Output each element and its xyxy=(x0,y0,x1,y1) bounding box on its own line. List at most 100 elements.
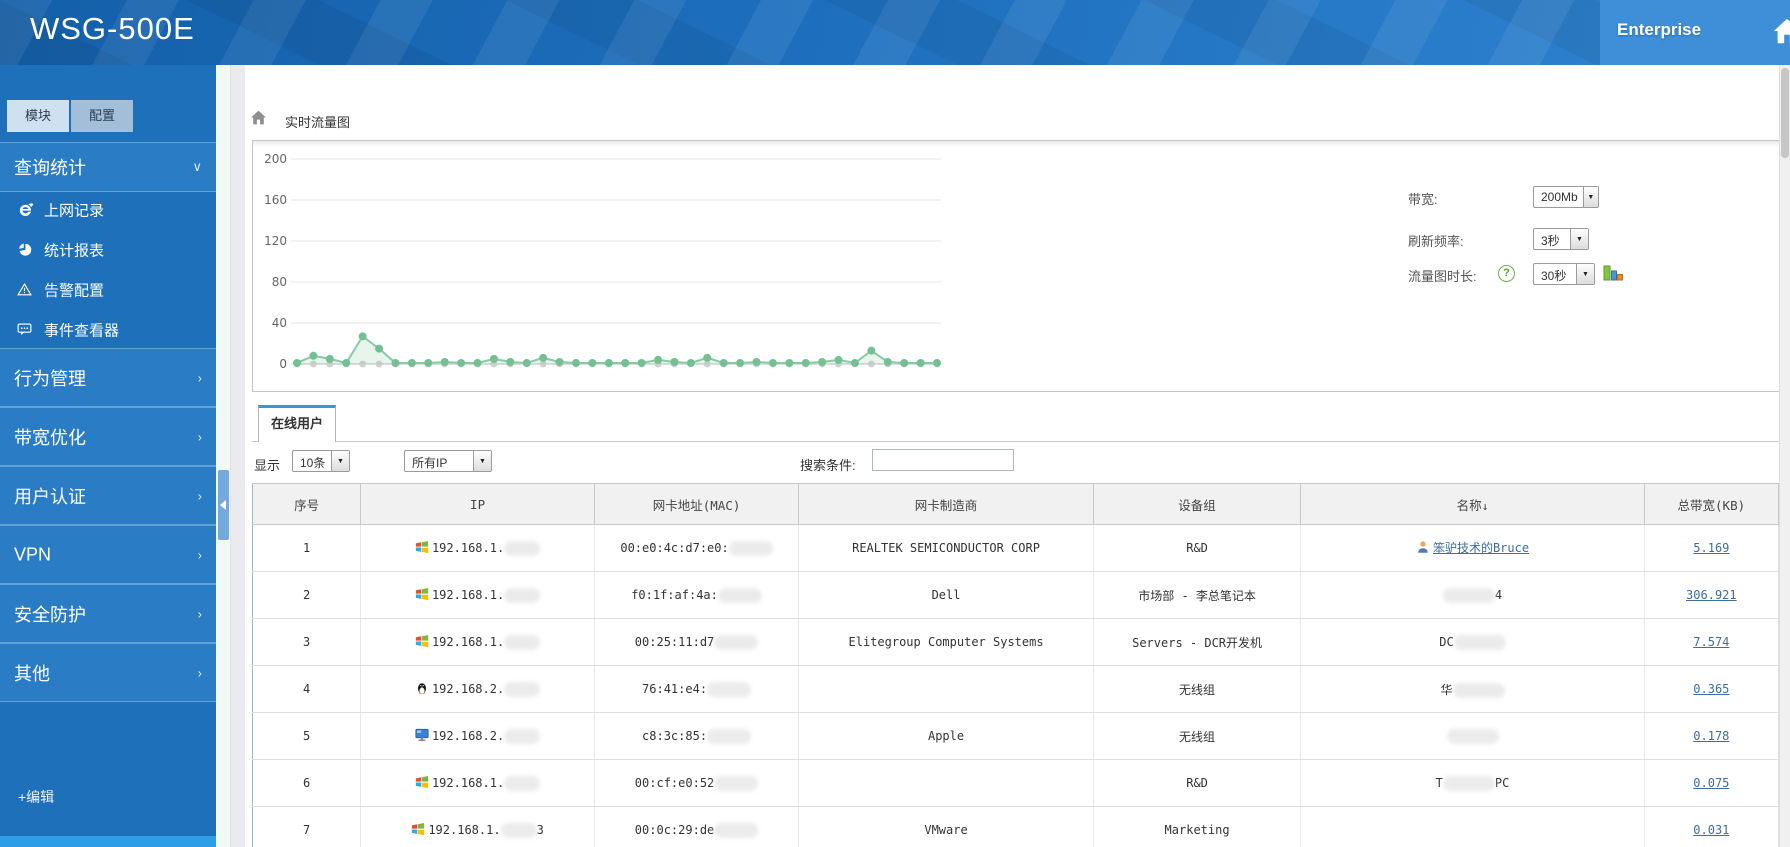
chevron-right-icon: › xyxy=(197,665,202,680)
bandwidth-link[interactable]: 0.365 xyxy=(1693,682,1729,696)
cell-mac: 00:e0:4c:d7:e0: xyxy=(594,524,800,572)
sidebar-section-user-authentication[interactable]: 用户认证 › xyxy=(0,466,216,525)
cell-bandwidth: 306.921 xyxy=(1644,571,1780,619)
windows-icon xyxy=(415,634,429,651)
sidebar-tab-config[interactable]: 配置 xyxy=(71,100,134,132)
tab-divider xyxy=(252,441,1779,442)
sidebar-section-query-stats[interactable]: 查询统计 ∨ xyxy=(0,142,216,192)
page-scrollbar[interactable] xyxy=(1779,65,1790,847)
dropdown-arrow-icon[interactable]: ▼ xyxy=(1576,264,1594,284)
refresh-rate-select[interactable]: 3秒 ▼ xyxy=(1533,228,1589,250)
column-header[interactable]: 总带宽(KB) xyxy=(1643,483,1780,525)
edition-badge: Enterprise xyxy=(1600,0,1790,65)
bandwidth-link[interactable]: 0.075 xyxy=(1693,776,1729,790)
cell-ip: 192.168.2. xyxy=(360,665,595,713)
search-label: 搜索条件: xyxy=(800,458,856,473)
dropdown-arrow-icon[interactable]: ▼ xyxy=(331,451,349,471)
alert-icon xyxy=(17,282,34,298)
sidebar-tab-modules[interactable]: 模块 xyxy=(7,100,70,132)
column-header[interactable]: 网卡制造商 xyxy=(798,483,1094,525)
cell-manufacturer: VMware xyxy=(798,806,1094,847)
redacted-text xyxy=(504,775,541,791)
sidebar-item-internet-records[interactable]: 上网记录 xyxy=(0,190,216,230)
redacted-text xyxy=(500,822,537,838)
sidebar-section-vpn[interactable]: VPN › xyxy=(0,525,216,584)
question-icon[interactable]: ? xyxy=(1498,265,1515,282)
cell-manufacturer: REALTEK SEMICONDUCTOR CORP xyxy=(798,524,1094,572)
column-header[interactable]: 序号 xyxy=(251,483,362,525)
sidebar-item-label: 事件查看器 xyxy=(44,322,120,340)
dropdown-arrow-icon[interactable]: ▼ xyxy=(473,451,491,471)
sidebar-item-label: 告警配置 xyxy=(44,282,105,300)
bandwidth-link[interactable]: 5.169 xyxy=(1693,541,1729,555)
home-icon[interactable] xyxy=(1772,16,1790,51)
cell-manufacturer: Dell xyxy=(798,571,1094,619)
sidebar-edit-link[interactable]: +编辑 xyxy=(18,787,54,807)
table-row: 3 192.168.1. 00:25:11:d7 Elitegroup Compute… xyxy=(251,618,1780,666)
sidebar-section-other[interactable]: 其他 › xyxy=(0,643,216,702)
tab-online-users[interactable]: 在线用户 xyxy=(258,405,336,442)
redacted-text xyxy=(714,822,759,838)
content-scrollbar-track[interactable] xyxy=(230,65,245,847)
column-header[interactable]: 设备组 xyxy=(1092,483,1302,525)
sidebar-section-label: VPN xyxy=(14,544,52,564)
cell-manufacturer: Apple xyxy=(798,712,1094,760)
cell-bandwidth: 0.075 xyxy=(1644,759,1780,807)
cell-manufacturer: Elitegroup Computer Systems xyxy=(798,618,1094,666)
sidebar-item-stats-reports[interactable]: 统计报表 xyxy=(0,230,216,270)
column-header[interactable]: 网卡地址(MAC) xyxy=(593,483,800,525)
column-header[interactable]: IP xyxy=(360,483,595,525)
cell-index: 5 xyxy=(251,712,362,760)
cell-device-group: 无线组 xyxy=(1093,665,1302,713)
bandwidth-link[interactable]: 7.574 xyxy=(1693,635,1729,649)
edition-label: Enterprise xyxy=(1617,20,1702,39)
refresh-rate-value: 3秒 xyxy=(1541,234,1560,248)
table-row: 4 192.168.2. 76:41:e4: 无线组华 0.365 xyxy=(251,665,1780,713)
bandwidth-link[interactable]: 0.031 xyxy=(1693,823,1729,837)
dropdown-arrow-icon[interactable]: ▼ xyxy=(1570,229,1588,249)
sidebar-collapse-handle[interactable] xyxy=(218,470,229,540)
cell-bandwidth: 7.574 xyxy=(1644,618,1780,666)
chart-duration-select[interactable]: 30秒 ▼ xyxy=(1533,263,1595,285)
svg-text:0: 0 xyxy=(279,357,287,371)
column-header[interactable]: 名称↓ xyxy=(1300,483,1645,525)
bandwidth-label: 带宽: xyxy=(1408,192,1438,207)
bar-chart-icon[interactable] xyxy=(1603,262,1625,287)
scrollbar-thumb[interactable] xyxy=(1781,68,1789,158)
sidebar-section-bandwidth-optimization[interactable]: 带宽优化 › xyxy=(0,407,216,466)
sidebar-section-behavior-management[interactable]: 行为管理 › xyxy=(0,348,216,407)
breadcrumb-home-icon[interactable] xyxy=(250,109,267,131)
redacted-text xyxy=(504,540,541,556)
cell-name: DC xyxy=(1300,618,1645,666)
sidebar-item-label: 统计报表 xyxy=(44,242,105,260)
redacted-text xyxy=(714,775,759,791)
bandwidth-select[interactable]: 200Mb ▼ xyxy=(1533,186,1599,208)
cell-bandwidth: 0.365 xyxy=(1644,665,1780,713)
table-row: 7 192.168.1. 3 00:0c:29:de VMware Marketing 0.… xyxy=(251,806,1780,847)
windows-icon xyxy=(415,540,429,557)
redacted-text xyxy=(1442,587,1495,603)
dropdown-arrow-icon[interactable]: ▼ xyxy=(1582,187,1598,207)
cell-name: 4 xyxy=(1300,571,1645,619)
redacted-text xyxy=(504,681,541,697)
sidebar-section-security-protection[interactable]: 安全防护 › xyxy=(0,584,216,643)
cell-name xyxy=(1300,712,1645,760)
sidebar-section-label: 其他 xyxy=(14,663,50,684)
traffic-chart-panel: 0 40 80 120 160 200 带宽: 200Mb ▼ 刷新频率: 3秒 ▼ 流量… xyxy=(252,140,1781,392)
bandwidth-link[interactable]: 306.921 xyxy=(1686,588,1737,602)
search-input[interactable] xyxy=(872,449,1014,471)
sidebar-item-event-viewer[interactable]: 事件查看器 xyxy=(0,310,216,350)
user-name-link[interactable]: 笨驴技术的Bruce xyxy=(1433,541,1529,555)
cell-index: 3 xyxy=(251,618,362,666)
svg-text:200: 200 xyxy=(264,152,287,166)
sidebar-item-label: 上网记录 xyxy=(44,202,105,220)
bandwidth-link[interactable]: 0.178 xyxy=(1693,729,1729,743)
report-icon xyxy=(17,242,34,258)
page-size-select[interactable]: 10条 ▼ xyxy=(292,450,350,472)
cell-device-group: 市场部 - 李总笔记本 xyxy=(1093,571,1302,619)
ip-filter-select[interactable]: 所有IP ▼ xyxy=(404,450,492,472)
table-header-row: 序号 IP 网卡地址(MAC) 网卡制造商 设备组 名称↓ 总带宽(KB) xyxy=(251,483,1780,525)
cell-index: 4 xyxy=(251,665,362,713)
sidebar-item-alarm-config[interactable]: 告警配置 xyxy=(0,270,216,310)
table-row: 2 192.168.1. f0:1f:af:4a: Dell 市场部 - 李总笔记本 4 3… xyxy=(251,571,1780,619)
